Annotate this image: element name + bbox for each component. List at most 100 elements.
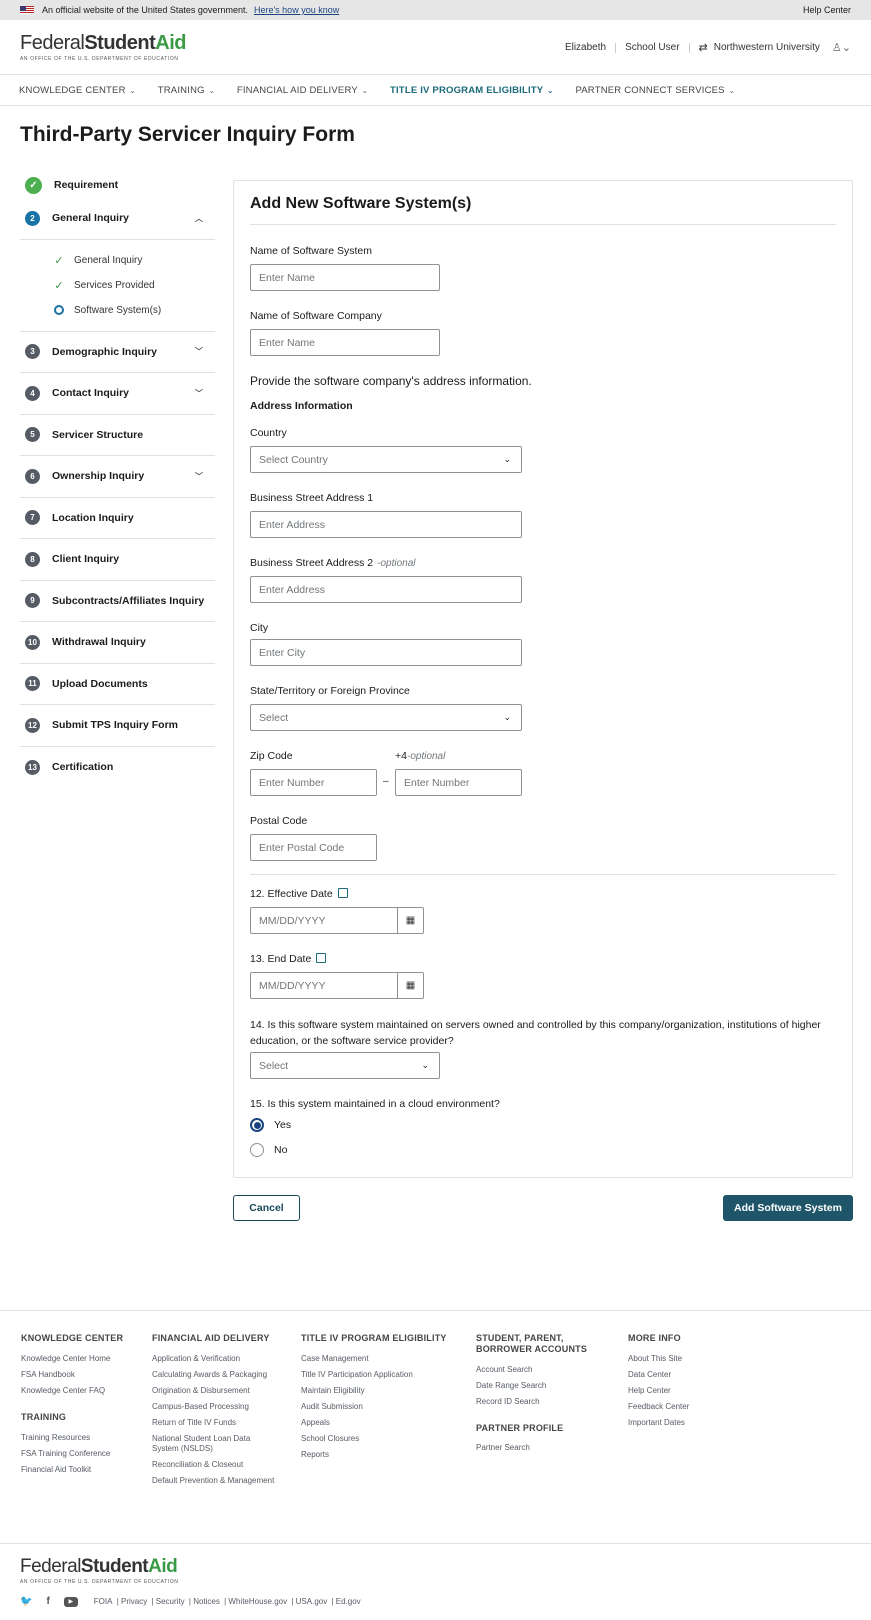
zip-input[interactable]: Enter Number	[250, 769, 377, 796]
software-name-input[interactable]: Enter Name	[250, 264, 440, 291]
footer-link[interactable]: Return of Title IV Funds	[152, 1418, 277, 1428]
footer-link[interactable]: Reconciliation & Closeout	[152, 1460, 277, 1470]
step-contact-inquiry[interactable]: 4 Contact Inquiry ﹀	[20, 373, 215, 415]
legal-link[interactable]: Privacy	[121, 1597, 147, 1606]
radio-yes[interactable]: Yes	[250, 1118, 291, 1132]
step-number: 9	[25, 593, 40, 609]
q14-select[interactable]: Select ⌄	[250, 1052, 440, 1079]
add-software-system-button[interactable]: Add Software System	[723, 1195, 853, 1221]
street1-input[interactable]: Enter Address	[250, 511, 522, 538]
footer-link[interactable]: Case Management	[301, 1354, 461, 1364]
nav-partner-connect[interactable]: PARTNER CONNECT SERVICES ⌄	[575, 85, 734, 96]
legal-link[interactable]: Ed.gov	[336, 1597, 361, 1606]
user-menu-icon[interactable]: ♙⌄	[832, 41, 851, 54]
footer-link[interactable]: Appeals	[301, 1418, 461, 1428]
postal-input[interactable]: Enter Postal Code	[250, 834, 377, 861]
nav-knowledge-center[interactable]: KNOWLEDGE CENTER ⌄	[19, 85, 136, 96]
footer-link[interactable]: About This Site	[628, 1354, 748, 1364]
heres-how-you-know-link[interactable]: Here's how you know	[254, 5, 339, 15]
end-date-input[interactable]: MM/DD/YYYY ▦	[250, 972, 424, 999]
chevron-down-icon[interactable]: ﹀	[195, 471, 203, 482]
radio-selected-icon[interactable]	[250, 1118, 264, 1132]
footer-link[interactable]: Default Prevention & Management	[152, 1476, 277, 1486]
footer-link[interactable]: Application & Verification	[152, 1354, 277, 1364]
facebook-icon[interactable]: f	[46, 1596, 49, 1607]
cancel-button[interactable]: Cancel	[233, 1195, 300, 1221]
step-number: 3	[25, 344, 40, 360]
footer-link[interactable]: Training Resources	[21, 1433, 141, 1443]
footer-link[interactable]: Calculating Awards & Packaging	[152, 1370, 277, 1380]
substep-services-provided[interactable]: ✓ Services Provided	[53, 273, 215, 298]
footer-link[interactable]: Reports	[301, 1450, 461, 1460]
footer-link[interactable]: Date Range Search	[476, 1381, 606, 1391]
help-center-link[interactable]: Help Center	[803, 5, 851, 15]
footer-link[interactable]: Important Dates	[628, 1418, 748, 1428]
step-general-inquiry[interactable]: 2 General Inquiry ︿	[20, 198, 215, 240]
step-upload-documents[interactable]: 11 Upload Documents	[20, 664, 215, 705]
step-number: 2	[25, 210, 40, 226]
footer-link[interactable]: Knowledge Center FAQ	[21, 1386, 141, 1396]
info-icon[interactable]	[337, 888, 348, 898]
fsa-logo[interactable]: FederalStudentAid AN OFFICE OF THE U.S. …	[20, 32, 186, 62]
chevron-up-icon[interactable]: ︿	[195, 213, 203, 224]
street2-input[interactable]: Enter Address	[250, 576, 522, 603]
step-location-inquiry[interactable]: 7 Location Inquiry	[20, 498, 215, 539]
effective-date-input[interactable]: MM/DD/YYYY ▦	[250, 907, 424, 934]
footer-link[interactable]: Knowledge Center Home	[21, 1354, 141, 1364]
footer-link[interactable]: Title IV Participation Application	[301, 1370, 461, 1380]
footer-link[interactable]: Record ID Search	[476, 1397, 606, 1407]
legal-link[interactable]: WhiteHouse.gov	[228, 1597, 287, 1606]
legal-link[interactable]: Security	[156, 1597, 185, 1606]
footer-link[interactable]: FSA Training Conference	[21, 1449, 141, 1459]
chevron-down-icon[interactable]: ﹀	[195, 388, 203, 399]
footer-link[interactable]: FSA Handbook	[21, 1370, 141, 1380]
country-select[interactable]: Select Country ⌄	[250, 446, 522, 473]
footer-link[interactable]: School Closures	[301, 1434, 461, 1444]
city-input[interactable]: Enter City	[250, 639, 522, 666]
info-icon[interactable]	[316, 953, 327, 963]
step-client-inquiry[interactable]: 8 Client Inquiry	[20, 539, 215, 581]
youtube-icon[interactable]: ▶	[63, 1596, 78, 1607]
footer-link[interactable]: Audit Submission	[301, 1402, 461, 1412]
school-name[interactable]: Northwestern University	[714, 42, 820, 53]
footer-link[interactable]: Campus-Based Processing	[152, 1402, 277, 1412]
legal-link[interactable]: FOIA	[94, 1597, 113, 1606]
step-demographic-inquiry[interactable]: 3 Demographic Inquiry ﹀	[20, 332, 215, 373]
calendar-icon[interactable]: ▦	[397, 973, 423, 998]
step-submit-tps[interactable]: 12 Submit TPS Inquiry Form	[20, 705, 215, 747]
radio-no[interactable]: No	[250, 1143, 287, 1157]
state-select[interactable]: Select ⌄	[250, 704, 522, 731]
company-name-input[interactable]: Enter Name	[250, 329, 440, 356]
nav-training[interactable]: TRAINING ⌄	[158, 85, 215, 96]
step-servicer-structure[interactable]: 5 Servicer Structure	[20, 415, 215, 456]
substep-software-systems[interactable]: Software System(s)	[53, 298, 215, 323]
radio-empty-icon[interactable]	[250, 1143, 264, 1157]
switch-school-icon[interactable]: ⇄	[699, 41, 708, 54]
end-date-label: 13. End Date	[250, 953, 327, 965]
footer-link[interactable]: Data Center	[628, 1370, 748, 1380]
footer-link[interactable]: Financial Aid Toolkit	[21, 1465, 141, 1475]
nav-title-iv-eligibility[interactable]: TITLE IV PROGRAM ELIGIBILITY ⌄	[390, 85, 553, 96]
twitter-icon[interactable]: 🐦	[20, 1596, 32, 1607]
calendar-icon[interactable]: ▦	[397, 908, 423, 933]
legal-link[interactable]: USA.gov	[296, 1597, 328, 1606]
step-certification[interactable]: 13 Certification	[20, 747, 215, 789]
footer-fsa-logo[interactable]: FederalStudentAid AN OFFICE OF THE U.S. …	[20, 1556, 179, 1585]
footer-link[interactable]: Help Center	[628, 1386, 748, 1396]
footer-link[interactable]: Origination & Disbursement	[152, 1386, 277, 1396]
substep-general-inquiry[interactable]: ✓ General Inquiry	[53, 248, 215, 273]
footer-link[interactable]: Partner Search	[476, 1443, 606, 1453]
footer-link[interactable]: Feedback Center	[628, 1402, 748, 1412]
footer-link[interactable]: Maintain Eligibility	[301, 1386, 461, 1396]
step-subcontracts-inquiry[interactable]: 9 Subcontracts/Affiliates Inquiry	[20, 581, 215, 622]
footer-link[interactable]: National Student Loan Data System (NSLDS…	[152, 1434, 277, 1454]
footer-link[interactable]: Account Search	[476, 1365, 606, 1375]
user-name[interactable]: Elizabeth	[565, 42, 606, 53]
nav-financial-aid-delivery[interactable]: FINANCIAL AID DELIVERY ⌄	[237, 85, 368, 96]
step-withdrawal-inquiry[interactable]: 10 Withdrawal Inquiry	[20, 622, 215, 664]
chevron-down-icon[interactable]: ﹀	[195, 346, 203, 357]
legal-link[interactable]: Notices	[193, 1597, 220, 1606]
step-requirement[interactable]: ✓ Requirement	[20, 172, 215, 198]
zip4-input[interactable]: Enter Number	[395, 769, 522, 796]
step-ownership-inquiry[interactable]: 6 Ownership Inquiry ﹀	[20, 456, 215, 498]
